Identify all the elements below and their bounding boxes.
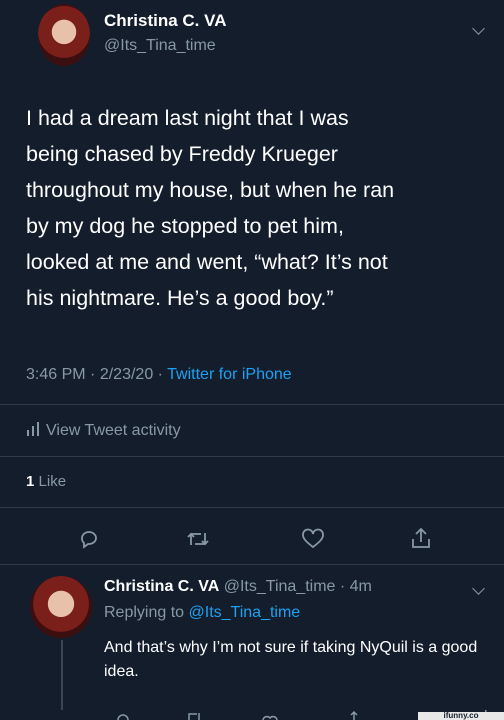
reply-author-handle[interactable]: @Its_Tina_time [224,578,336,595]
chevron-down-icon[interactable] [472,22,485,35]
likes-summary[interactable]: 1 Like [26,473,66,490]
chevron-down-icon[interactable] [472,582,485,595]
tweet-text-line: throughout my house, but when he ran [26,178,395,202]
replying-to: Replying to @Its_Tina_time [104,604,300,622]
divider [0,404,504,405]
retweet-icon[interactable] [186,710,202,720]
author-handle[interactable]: @Its_Tina_time [104,37,216,55]
tweet-source-link[interactable]: Twitter for iPhone [167,366,292,383]
author-name[interactable]: Christina C. VA [104,11,226,31]
watermark: ifunny.co [418,712,504,720]
meta-separator: · [90,366,96,383]
thread-line [61,640,63,710]
tweet-meta: 3:46 PM · 2/23/20 · Twitter for iPhone [26,366,292,384]
share-icon[interactable] [348,710,360,720]
tweet-date: 2/23/20 [99,366,154,383]
tweet-text-line: by my dog he stopped to pet him, [26,214,344,238]
chart-icon [27,422,39,436]
view-tweet-activity-label: View Tweet activity [46,422,181,439]
tweet-text-line: looked at me and went, “what? It’s not [26,250,388,274]
meta-separator: · [339,578,346,595]
reply-text: And that’s why I’m not sure if taking Ny… [104,639,478,680]
tweet-text-line: I had a dream last night that I was [26,106,349,130]
reply-icon[interactable] [78,528,100,550]
divider [0,507,504,508]
likes-count: 1 [26,473,35,490]
tweet-text: I had a dream last night that I was bein… [26,100,496,316]
divider [0,564,504,565]
retweet-icon[interactable] [186,528,210,550]
replying-to-prefix: Replying to [104,604,185,621]
divider [0,456,504,457]
like-icon[interactable] [301,528,325,550]
likes-label: Like [38,473,67,490]
tweet-time: 3:46 PM [26,366,86,383]
reply-header: Christina C. VA @Its_Tina_time · 4m [104,578,372,596]
avatar[interactable] [38,4,90,66]
tweet-text-line: being chased by Freddy Krueger [26,142,338,166]
reply-author-name[interactable]: Christina C. VA [104,578,219,595]
like-icon[interactable] [262,710,278,720]
view-tweet-activity-link[interactable]: View Tweet activity [26,422,181,440]
meta-separator: · [157,366,163,383]
reply-icon[interactable] [116,710,130,720]
replying-to-handle[interactable]: @Its_Tina_time [189,604,301,621]
reply-age: 4m [349,578,372,595]
avatar[interactable] [30,576,92,638]
share-icon[interactable] [410,526,432,550]
tweet-text-line: his nightmare. He’s a good boy.” [26,286,334,310]
